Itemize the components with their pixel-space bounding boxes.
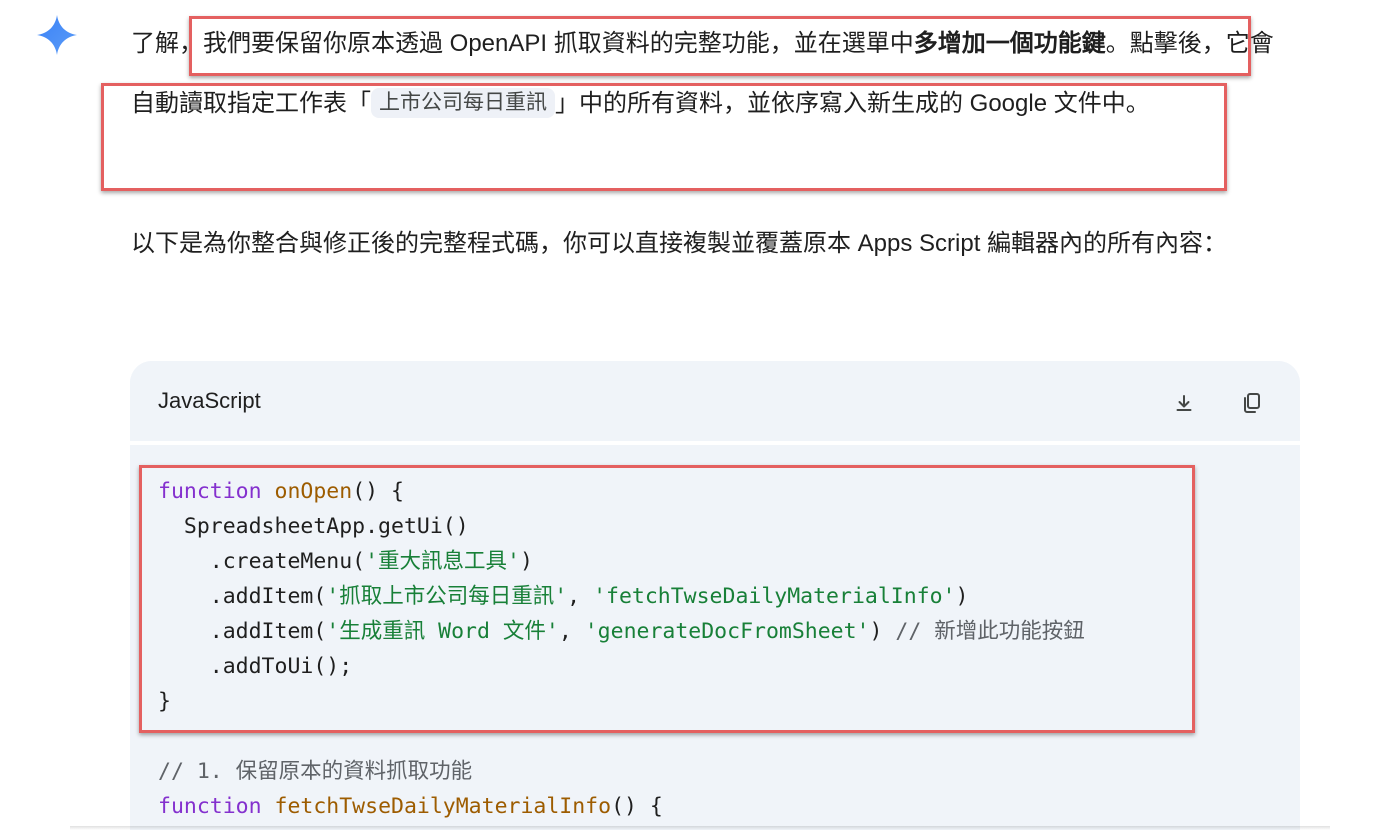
code-string: '抓取上市公司每日重訊' bbox=[326, 584, 568, 609]
code-line-6: .addToUi(); bbox=[158, 654, 353, 679]
p1-emphasis: 多增加一個功能鍵 bbox=[913, 30, 1106, 57]
code-text: ) bbox=[955, 584, 969, 609]
code-line-2: SpreadsheetApp.getUi() bbox=[158, 514, 469, 539]
p1-text-end: 」中的所有資料，並依序寫入新生成的 Google 文件中。 bbox=[555, 90, 1150, 117]
code-line-4: .addItem('抓取上市公司每日重訊', 'fetchTwseDailyMa… bbox=[158, 579, 969, 614]
code-string: '生成重訊 Word 文件' bbox=[326, 619, 559, 644]
code-line-1: function onOpen() { bbox=[158, 474, 404, 509]
scroll-shadow bbox=[70, 826, 1330, 830]
code-function-name: onOpen bbox=[274, 479, 353, 504]
code-text: ) bbox=[520, 549, 533, 574]
code-text: .createMenu( bbox=[158, 549, 366, 574]
download-icon bbox=[1176, 395, 1192, 411]
code-line-9: // 1. 保留原本的資料抓取功能 bbox=[158, 759, 473, 784]
gemini-spark-icon bbox=[37, 15, 77, 55]
code-keyword: function bbox=[158, 794, 262, 819]
response-paragraph-1: 了解，我們要保留你原本透過 OpenAPI 抓取資料的完整功能，並在選單中多增加… bbox=[131, 14, 1291, 134]
code-text: () { bbox=[611, 794, 663, 819]
code-text: , bbox=[558, 619, 585, 644]
code-block: JavaScript function onOpen() { Spreadshe… bbox=[130, 361, 1300, 830]
code-text: .addItem( bbox=[158, 619, 327, 644]
code-block-header: JavaScript bbox=[130, 361, 1300, 445]
p1-text: ，我們要保留你原本透過 OpenAPI 抓取資料的完整功能，並在選單中 bbox=[179, 30, 914, 57]
p1-lead: 了解 bbox=[131, 30, 179, 57]
code-text: , bbox=[567, 584, 594, 609]
code-string: 'generateDocFromSheet' bbox=[584, 619, 870, 644]
code-keyword: function bbox=[158, 479, 262, 504]
chat-response: 了解，我們要保留你原本透過 OpenAPI 抓取資料的完整功能，並在選單中多增加… bbox=[0, 0, 1400, 830]
code-line-7: } bbox=[158, 689, 171, 714]
code-text: ) bbox=[869, 619, 896, 644]
code-body[interactable]: function onOpen() { SpreadsheetApp.getUi… bbox=[130, 445, 1300, 830]
code-line-3: .createMenu('重大訊息工具') bbox=[158, 544, 533, 579]
response-paragraph-2: 以下是為你整合與修正後的完整程式碼，你可以直接複製並覆蓋原本 Apps Scri… bbox=[131, 230, 1228, 257]
code-function-name: fetchTwseDailyMaterialInfo bbox=[274, 794, 612, 819]
code-string: 'fetchTwseDailyMaterialInfo' bbox=[593, 584, 956, 609]
download-code-button[interactable] bbox=[1167, 386, 1201, 420]
copy-code-button[interactable] bbox=[1235, 386, 1269, 420]
code-text: () { bbox=[352, 479, 404, 504]
code-language-label: JavaScript bbox=[158, 388, 261, 413]
code-line-10: function fetchTwseDailyMaterialInfo() { bbox=[158, 789, 663, 824]
code-string: '重大訊息工具' bbox=[365, 549, 520, 574]
code-comment: // 新增此功能按鈕 bbox=[895, 619, 1085, 644]
sheet-name-chip: 上市公司每日重訊 bbox=[371, 88, 555, 118]
copy-icon bbox=[1244, 393, 1260, 413]
code-line-5: .addItem('生成重訊 Word 文件', 'generateDocFro… bbox=[158, 614, 1085, 649]
code-text: .addItem( bbox=[158, 584, 327, 609]
